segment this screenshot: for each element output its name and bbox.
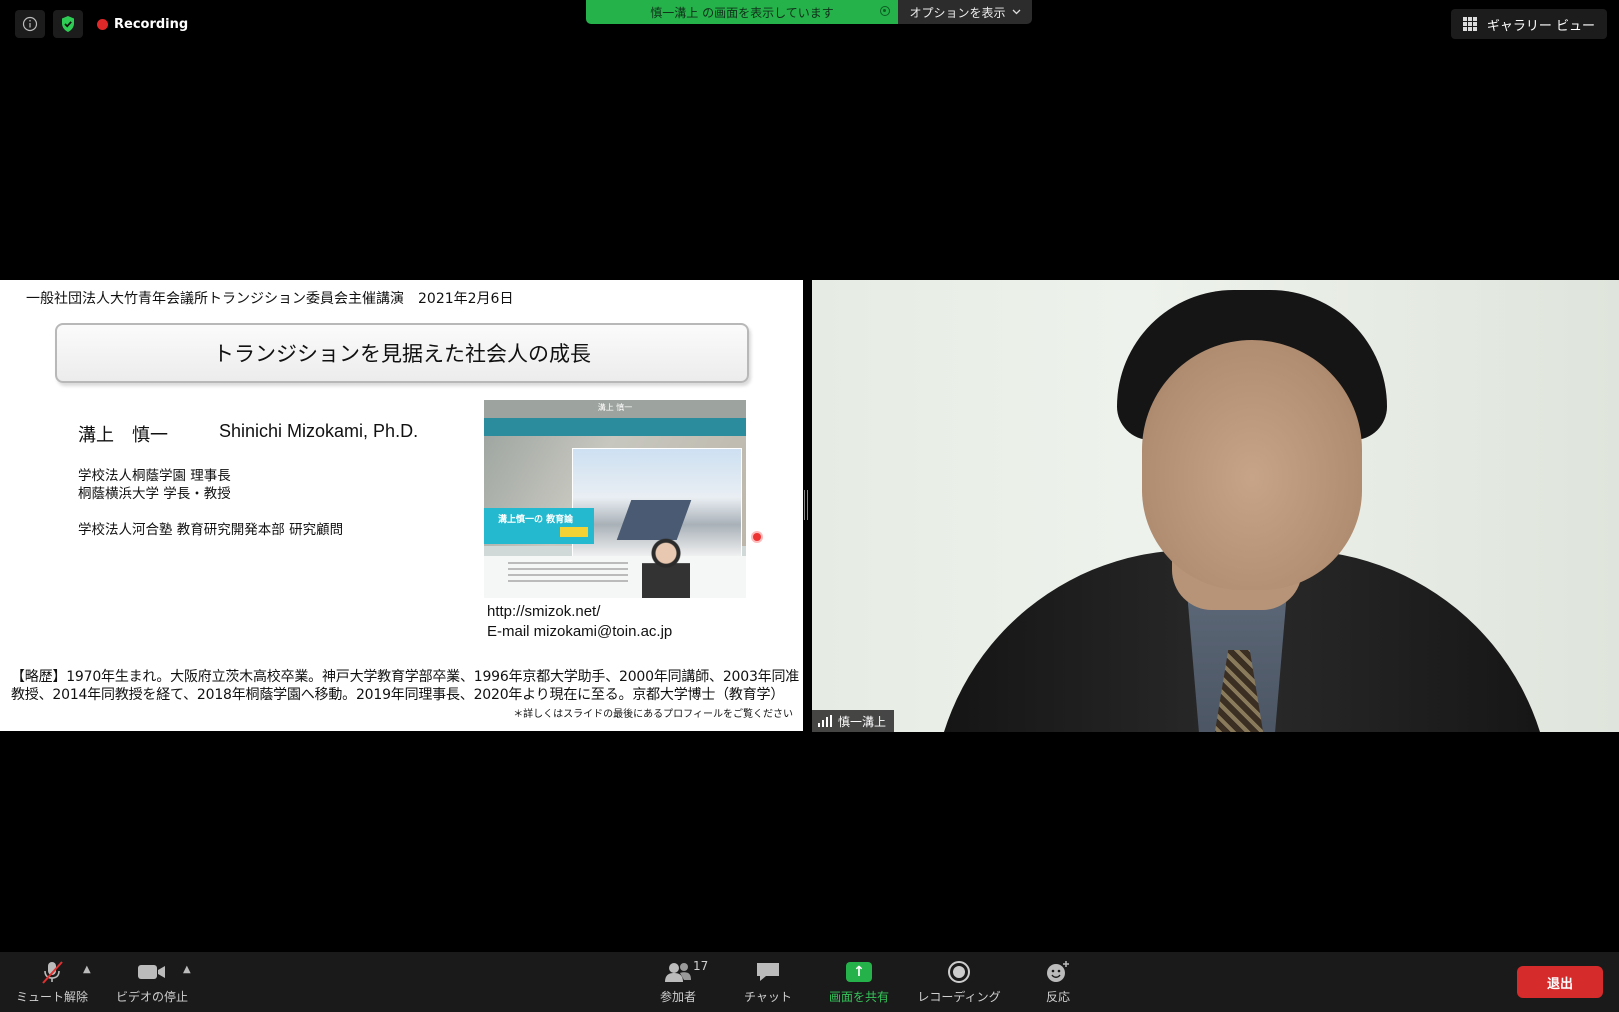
website-screenshot: 溝上 慎一 溝上慎一の 教育論 xyxy=(484,400,746,598)
grid-icon xyxy=(1462,17,1477,31)
email-address: E-mail mizokami@toin.ac.jp xyxy=(487,623,673,640)
participant-name-tag: 慎一溝上 xyxy=(812,710,895,732)
chat-button[interactable]: チャット xyxy=(736,958,800,1005)
participants-icon xyxy=(665,963,691,982)
unmute-label: ミュート解除 xyxy=(15,990,88,1004)
slide-title-text: トランジションを見据えた社会人の成長 xyxy=(213,342,591,366)
affiliation-line: 学校法人桐蔭学園 理事長 xyxy=(78,468,231,484)
recording-indicator[interactable]: Recording xyxy=(97,17,188,32)
participant-name: 慎一溝上 xyxy=(838,714,887,729)
shield-check-icon xyxy=(62,16,74,32)
record-label: レコーディング xyxy=(917,990,1001,1004)
gallery-view-button[interactable]: ギャラリー ビュー xyxy=(1450,9,1607,39)
biography-note: ＊詳しくはスライドの最後にあるプロフィールをご覧ください xyxy=(513,709,793,720)
view-options-label: オプションを表示 xyxy=(909,5,1006,20)
affiliation-line: 学校法人河合塾 教育研究開発本部 研究顧問 xyxy=(78,522,344,538)
video-camera-icon xyxy=(138,965,165,979)
participant-video[interactable] xyxy=(812,280,1619,732)
stop-video-button[interactable]: ビデオの停止 xyxy=(112,958,192,1005)
stop-video-label: ビデオの停止 xyxy=(115,990,188,1004)
audio-options-caret-icon[interactable]: ▲ xyxy=(83,964,91,975)
share-status: 慎一溝上 の画面を表示しています xyxy=(586,0,898,24)
signal-strength-icon xyxy=(818,715,832,727)
emoji-reaction-icon xyxy=(1047,961,1069,982)
share-screen-label: 画面を共有 xyxy=(828,990,889,1004)
share-status-text: 慎一溝上 の画面を表示しています xyxy=(650,5,834,20)
meeting-toolbar: ミュート解除 ▲ ビデオの停止 ▲ 参加者 17 チャット ↑ 画面を共有 レコ… xyxy=(0,952,1619,1012)
stop-share-icon[interactable] xyxy=(880,6,890,16)
biography-text: 【略歴】1970年生まれ。大阪府立茨木高校卒業。神戸大学教育学部卒業、1996年… xyxy=(11,669,800,703)
microphone-muted-icon xyxy=(42,961,63,984)
screen-share-banner: 慎一溝上 の画面を表示しています オプションを表示 xyxy=(586,0,1032,24)
website-thumb-banner: 溝上慎一の 教育論 xyxy=(484,508,594,544)
reactions-button[interactable]: 反応 xyxy=(1030,958,1086,1005)
unmute-button[interactable]: ミュート解除 xyxy=(12,958,92,1005)
video-options-caret-icon[interactable]: ▲ xyxy=(183,964,191,975)
slide-title: トランジションを見据えた社会人の成長 xyxy=(55,323,749,383)
chat-bubble-icon xyxy=(757,963,779,981)
top-left-controls: Recording xyxy=(15,10,188,38)
record-button[interactable]: レコーディング xyxy=(914,958,1004,1005)
participants-label: 参加者 xyxy=(659,990,696,1004)
info-icon xyxy=(22,16,38,32)
recording-label: Recording xyxy=(114,16,189,32)
website-portrait xyxy=(642,534,690,598)
info-button[interactable] xyxy=(15,10,45,38)
slide-header: 一般社団法人大竹青年会議所トランジション委員会主催講演 2021年2月6日 xyxy=(26,291,514,307)
view-options-button[interactable]: オプションを表示 xyxy=(898,0,1032,24)
reactions-label: 反応 xyxy=(1045,990,1070,1004)
website-url: http://smizok.net/ xyxy=(487,603,601,620)
share-screen-button[interactable]: ↑ 画面を共有 xyxy=(826,958,892,1005)
gallery-view-label: ギャラリー ビュー xyxy=(1486,18,1595,34)
participants-count: 17 xyxy=(693,959,709,973)
chat-label: チャット xyxy=(744,990,792,1004)
affiliation-line: 桐蔭横浜大学 学長・教授 xyxy=(78,486,231,502)
laser-pointer xyxy=(753,533,761,541)
presenter-name-jp: 溝上 慎一 xyxy=(78,425,168,446)
share-screen-icon: ↑ xyxy=(846,962,872,982)
leave-meeting-button[interactable]: 退出 xyxy=(1517,966,1603,998)
security-button[interactable] xyxy=(53,10,83,38)
website-thumb-title: 溝上 慎一 xyxy=(597,403,633,412)
shared-screen-slide: 一般社団法人大竹青年会議所トランジション委員会主催講演 2021年2月6日 トラ… xyxy=(0,280,803,731)
presenter-name-en: Shinichi Mizokami, Ph.D. xyxy=(219,421,419,441)
record-icon xyxy=(948,961,970,983)
chevron-down-icon xyxy=(1012,9,1020,15)
split-view-handle[interactable] xyxy=(804,490,808,520)
recording-dot-icon xyxy=(97,18,108,30)
